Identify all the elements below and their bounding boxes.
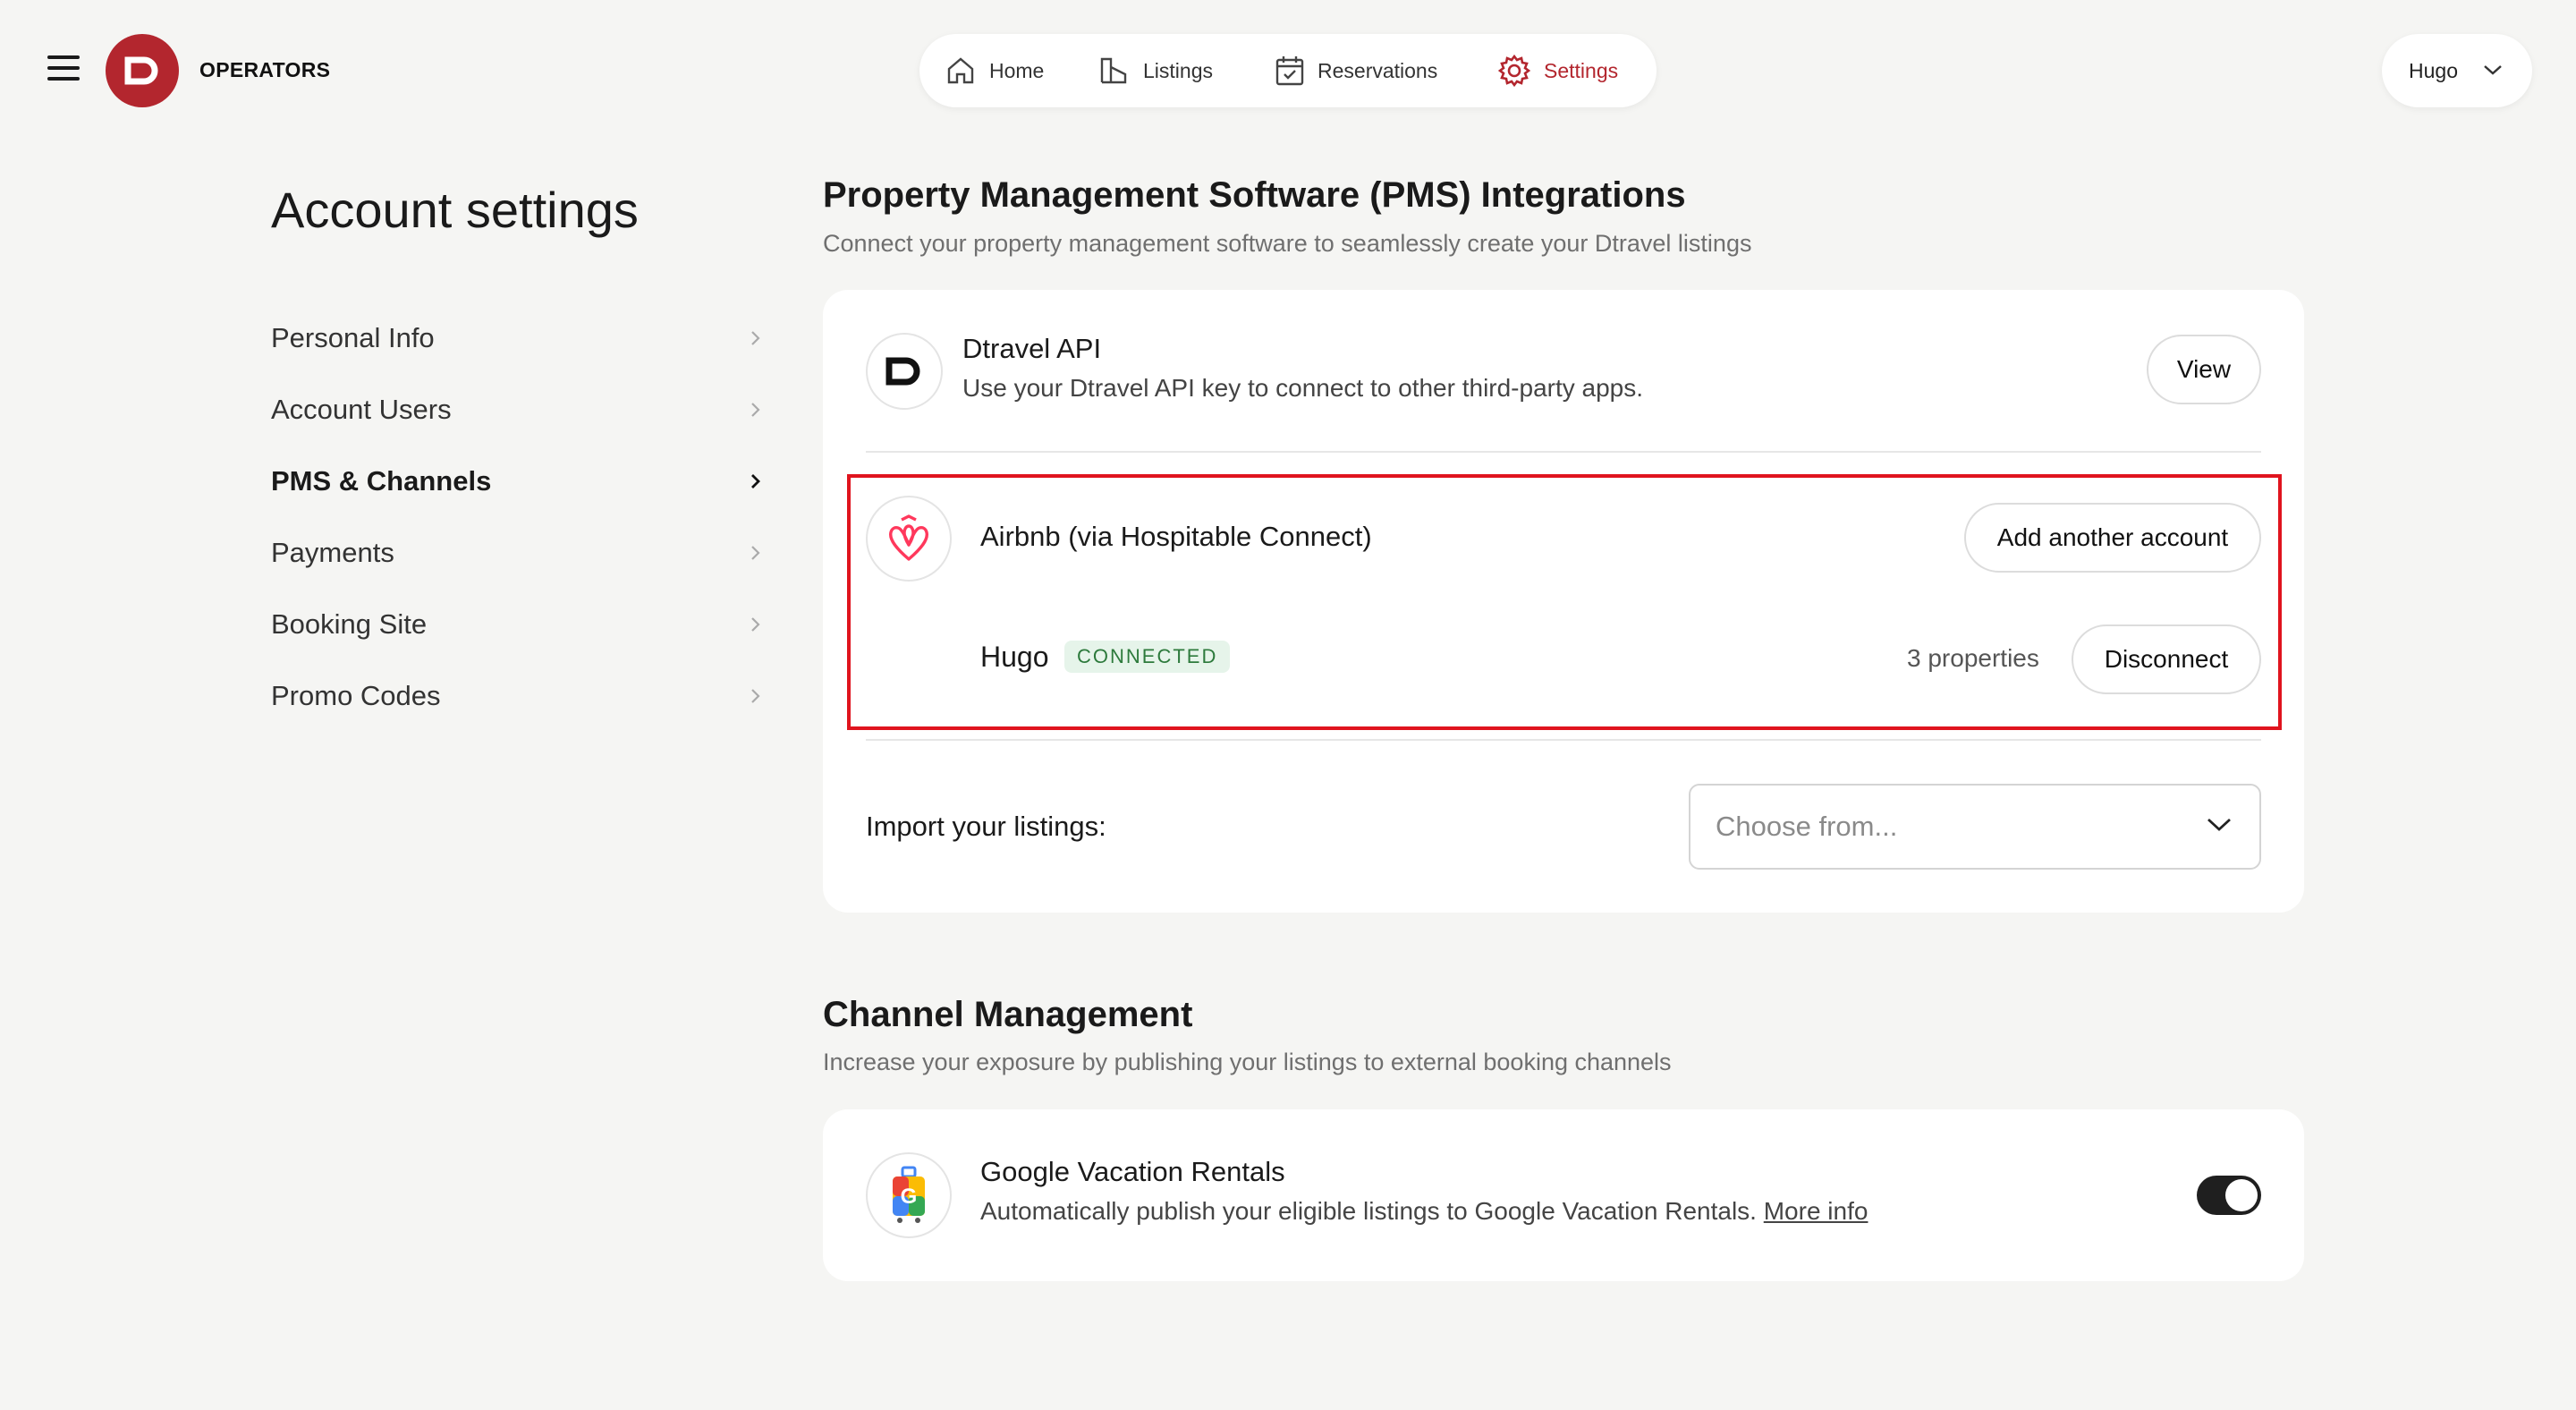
nav-settings[interactable]: Settings bbox=[1497, 34, 1618, 107]
channels-section-subtitle: Increase your exposure by publishing you… bbox=[823, 1049, 1672, 1075]
sidebar-item-label: Personal Info bbox=[271, 322, 435, 353]
svg-text:G: G bbox=[901, 1185, 918, 1209]
sidebar-item-label: PMS & Channels bbox=[271, 465, 492, 497]
gear-icon bbox=[1497, 54, 1531, 88]
page-title: Account settings bbox=[271, 182, 639, 238]
google-luggage-icon: G bbox=[893, 1166, 925, 1223]
brand-label: OPERATORS bbox=[199, 58, 331, 81]
sidebar-item-label: Payments bbox=[271, 537, 394, 568]
sidebar-item-booking-site[interactable]: Booking Site bbox=[271, 603, 761, 646]
app-page: OPERATORS Home Listings Reservations Set… bbox=[0, 0, 2576, 1410]
sidebar-item-promo-codes[interactable]: Promo Codes bbox=[271, 675, 761, 718]
select-placeholder: Choose from... bbox=[1716, 811, 1898, 842]
nav-listings[interactable]: Listings bbox=[1098, 34, 1213, 107]
chevron-right-icon bbox=[751, 546, 760, 560]
user-name: Hugo bbox=[2409, 58, 2458, 82]
sidebar-item-label: Promo Codes bbox=[271, 680, 441, 711]
sidebar-item-label: Account Users bbox=[271, 394, 452, 425]
hamburger-menu-icon[interactable] bbox=[41, 55, 86, 88]
google-vacation-rentals-title: Google Vacation Rentals bbox=[980, 1156, 1285, 1187]
sidebar-item-pms-channels[interactable]: PMS & Channels bbox=[271, 460, 761, 503]
user-menu-button[interactable]: Hugo bbox=[2382, 34, 2532, 107]
divider bbox=[866, 451, 2261, 453]
chevron-down-icon bbox=[2207, 818, 2231, 831]
divider bbox=[866, 739, 2261, 741]
nav-listings-label: Listings bbox=[1143, 58, 1213, 82]
chevron-right-icon bbox=[751, 403, 760, 417]
google-vacation-rentals-description: Automatically publish your eligible list… bbox=[980, 1197, 1757, 1225]
import-listings-label: Import your listings: bbox=[866, 811, 1106, 842]
google-vacation-rentals-logo: G bbox=[866, 1152, 952, 1238]
sidebar-item-personal-info[interactable]: Personal Info bbox=[271, 317, 761, 360]
airbnb-highlight-box bbox=[847, 474, 2282, 730]
nav-home[interactable]: Home bbox=[945, 34, 1044, 107]
chevron-right-icon bbox=[751, 474, 760, 488]
sidebar-item-label: Booking Site bbox=[271, 608, 428, 640]
nav-settings-label: Settings bbox=[1544, 58, 1619, 82]
pms-section-subtitle: Connect your property management softwar… bbox=[823, 230, 1752, 257]
sidebar-item-payments[interactable]: Payments bbox=[271, 531, 761, 574]
home-icon bbox=[947, 57, 974, 84]
dtravel-logo[interactable] bbox=[106, 34, 179, 107]
import-listings-select[interactable]: Choose from... bbox=[1689, 784, 2261, 870]
channels-card: G Google Vacation Rentals Automatically … bbox=[823, 1109, 2304, 1281]
dtravel-api-logo bbox=[866, 333, 943, 410]
dtravel-api-title: Dtravel API bbox=[962, 333, 1102, 364]
chevron-right-icon bbox=[751, 331, 760, 345]
top-nav: Home Listings Reservations Settings bbox=[919, 34, 1657, 107]
toggle-knob bbox=[2225, 1179, 2258, 1211]
view-button[interactable]: View bbox=[2147, 335, 2261, 404]
google-vacation-rentals-toggle[interactable] bbox=[2197, 1176, 2261, 1215]
chevron-right-icon bbox=[751, 689, 760, 703]
google-vacation-rentals-description-line: Automatically publish your eligible list… bbox=[980, 1197, 1868, 1226]
nav-reservations[interactable]: Reservations bbox=[1275, 34, 1437, 107]
calendar-icon bbox=[1275, 56, 1304, 86]
sidebar-item-account-users[interactable]: Account Users bbox=[271, 388, 761, 431]
channels-section-title: Channel Management bbox=[823, 995, 1193, 1034]
nav-home-label: Home bbox=[989, 58, 1045, 82]
chevron-down-icon bbox=[2484, 65, 2502, 75]
pms-section-title: Property Management Software (PMS) Integ… bbox=[823, 175, 1686, 215]
nav-reservations-label: Reservations bbox=[1318, 58, 1438, 82]
dtravel-d-icon bbox=[886, 357, 920, 386]
chevron-right-icon bbox=[751, 617, 760, 632]
listings-icon bbox=[1100, 57, 1127, 84]
more-info-link[interactable]: More info bbox=[1764, 1197, 1868, 1225]
dtravel-api-description: Use your Dtravel API key to connect to o… bbox=[962, 374, 1644, 402]
